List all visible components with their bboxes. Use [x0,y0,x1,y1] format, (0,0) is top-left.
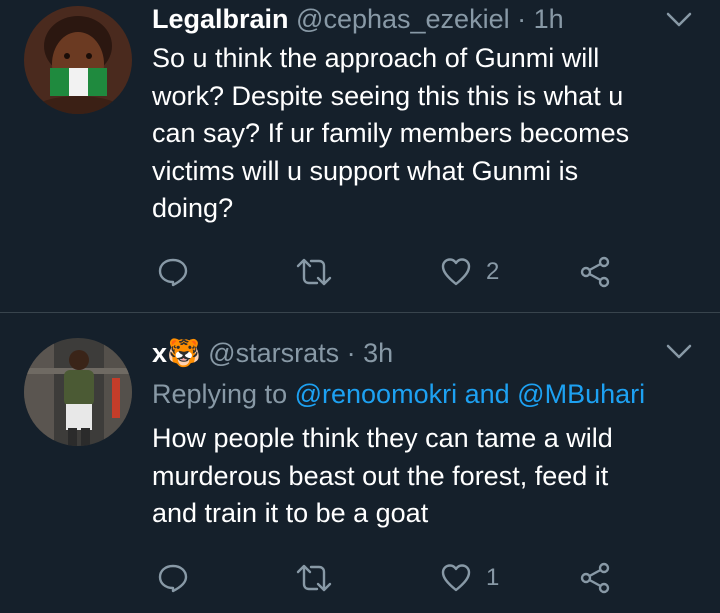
meta-separator: · [346,338,356,368]
like-count: 1 [486,564,500,591]
tweet-text: So u think the approach of Gunmi will wo… [152,43,630,223]
heart-outline-icon [441,564,471,592]
tiger-emoji: 🐯 [167,338,201,368]
speech-bubble-icon [158,258,188,287]
mention-link[interactable]: @renoomokri [295,379,457,409]
display-name[interactable]: x [152,338,167,368]
chevron-down-icon[interactable] [666,344,692,360]
tweet-text: How people think they can tame a wild mu… [152,423,613,528]
timestamp[interactable]: 3h [363,338,393,368]
reply-button[interactable] [157,252,203,292]
user-handle[interactable]: @cephas_ezekiel [296,4,510,34]
share-button[interactable] [579,252,611,292]
meta-separator: · [517,4,527,34]
replying-to-line: Replying to @renoomokri and @MBuhari [152,377,645,411]
timestamp[interactable]: 1h [534,4,564,34]
heart-outline-icon [441,258,471,286]
tweet-actions: 2 [0,252,720,292]
retweet-button[interactable] [295,252,347,292]
like-count: 2 [486,258,500,285]
like-button[interactable]: 2 [440,252,499,292]
like-button[interactable]: 1 [440,558,499,598]
reply-button[interactable] [157,558,203,598]
replying-to-label: Replying to [152,379,288,409]
display-name[interactable]: Legalbrain [152,4,289,34]
share-nodes-icon [580,562,610,594]
retweet-button[interactable] [295,558,347,598]
retweet-arrows-icon [296,564,332,592]
tweet[interactable]: x🐯 @starsrats · 3h Replying to @renoomok… [0,313,720,613]
avatar[interactable] [24,338,132,446]
speech-bubble-icon [158,564,188,593]
tweet-header: Legalbrain @cephas_ezekiel · 1h [152,2,700,36]
share-nodes-icon [580,256,610,288]
tweet-header: x🐯 @starsrats · 3h [152,336,700,370]
share-button[interactable] [579,558,611,598]
retweet-arrows-icon [296,258,332,286]
user-handle[interactable]: @starsrats [208,338,339,368]
chevron-down-icon[interactable] [666,12,692,28]
mention-joiner: and [464,379,510,409]
avatar[interactable] [24,6,132,114]
tweet-actions: 1 [0,558,720,598]
mention-link[interactable]: @MBuhari [517,379,645,409]
tweet[interactable]: Legalbrain @cephas_ezekiel · 1h So u thi… [0,0,720,312]
